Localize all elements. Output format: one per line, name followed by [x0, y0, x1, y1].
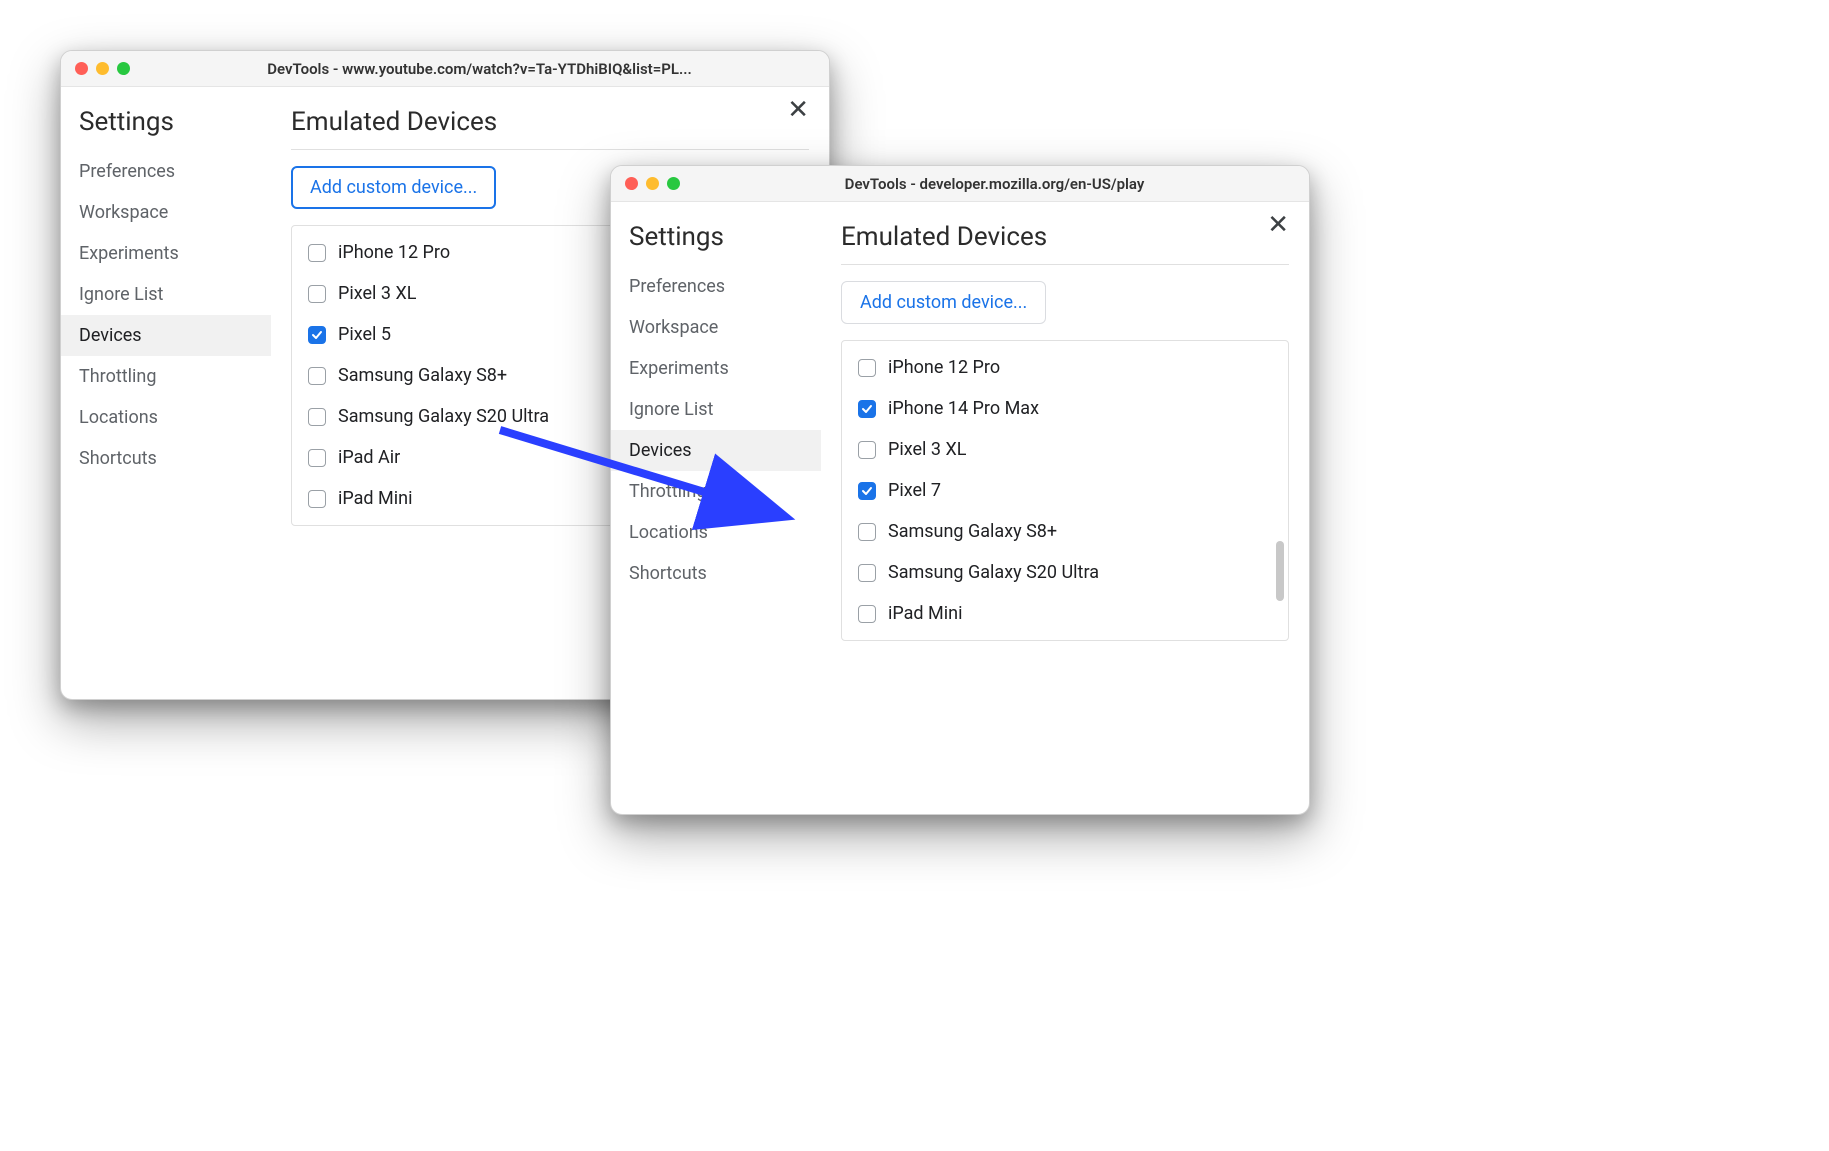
device-checkbox[interactable] — [308, 408, 326, 426]
window-content: Settings PreferencesWorkspaceExperiments… — [611, 202, 1309, 814]
device-row[interactable]: Samsung Galaxy S8+ — [842, 511, 1288, 552]
device-checkbox[interactable] — [858, 564, 876, 582]
close-icon[interactable] — [625, 177, 638, 190]
device-row[interactable]: iPhone 14 Pro Max — [842, 388, 1288, 429]
sidebar-item-preferences[interactable]: Preferences — [611, 266, 821, 307]
page-title: Emulated Devices — [841, 214, 1289, 265]
device-checkbox[interactable] — [858, 400, 876, 418]
settings-sidebar: Settings PreferencesWorkspaceExperiments… — [611, 202, 821, 814]
device-list: iPhone 12 Pro iPhone 14 Pro Max Pixel 3 XL… — [841, 340, 1289, 641]
sidebar-item-experiments[interactable]: Experiments — [611, 348, 821, 389]
sidebar-item-locations[interactable]: Locations — [61, 397, 271, 438]
window-title: DevTools - www.youtube.com/watch?v=Ta-YT… — [144, 60, 815, 78]
device-checkbox[interactable] — [858, 605, 876, 623]
titlebar: DevTools - developer.mozilla.org/en-US/p… — [611, 166, 1309, 202]
sidebar-items: PreferencesWorkspaceExperimentsIgnore Li… — [611, 266, 821, 594]
device-checkbox[interactable] — [308, 285, 326, 303]
close-panel-icon[interactable]: ✕ — [787, 97, 809, 123]
device-label: iPad Mini — [888, 603, 962, 624]
device-checkbox[interactable] — [308, 326, 326, 344]
maximize-icon[interactable] — [667, 177, 680, 190]
traffic-lights — [625, 177, 680, 190]
sidebar-item-devices[interactable]: Devices — [61, 315, 271, 356]
device-label: iPhone 14 Pro Max — [888, 398, 1039, 419]
minimize-icon[interactable] — [96, 62, 109, 75]
traffic-lights — [75, 62, 130, 75]
sidebar-item-experiments[interactable]: Experiments — [61, 233, 271, 274]
sidebar-item-workspace[interactable]: Workspace — [611, 307, 821, 348]
device-checkbox[interactable] — [308, 244, 326, 262]
device-label: iPhone 12 Pro — [338, 242, 450, 263]
device-checkbox[interactable] — [858, 359, 876, 377]
close-panel-icon[interactable]: ✕ — [1267, 212, 1289, 238]
device-checkbox[interactable] — [858, 482, 876, 500]
sidebar-items: PreferencesWorkspaceExperimentsIgnore Li… — [61, 151, 271, 479]
device-row[interactable]: Samsung Galaxy S20 Ultra — [842, 552, 1288, 593]
sidebar-item-devices[interactable]: Devices — [611, 430, 821, 471]
sidebar-item-throttling[interactable]: Throttling — [61, 356, 271, 397]
device-row[interactable]: iPhone 12 Pro — [842, 347, 1288, 388]
scrollbar-thumb[interactable] — [1276, 541, 1284, 601]
sidebar-item-shortcuts[interactable]: Shortcuts — [611, 553, 821, 594]
sidebar-item-ignore-list[interactable]: Ignore List — [611, 389, 821, 430]
devtools-window-front: DevTools - developer.mozilla.org/en-US/p… — [610, 165, 1310, 815]
device-label: Samsung Galaxy S20 Ultra — [888, 562, 1099, 583]
device-label: Samsung Galaxy S8+ — [888, 521, 1057, 542]
settings-sidebar: Settings PreferencesWorkspaceExperiments… — [61, 87, 271, 699]
device-row[interactable]: Pixel 3 XL — [842, 429, 1288, 470]
device-checkbox[interactable] — [858, 523, 876, 541]
device-label: Samsung Galaxy S8+ — [338, 365, 507, 386]
device-checkbox[interactable] — [308, 367, 326, 385]
device-label: Pixel 7 — [888, 480, 941, 501]
device-checkbox[interactable] — [308, 449, 326, 467]
sidebar-title: Settings — [611, 214, 821, 266]
device-row[interactable]: iPad Mini — [842, 593, 1288, 634]
sidebar-title: Settings — [61, 99, 271, 151]
device-label: Samsung Galaxy S20 Ultra — [338, 406, 549, 427]
window-title: DevTools - developer.mozilla.org/en-US/p… — [694, 175, 1295, 193]
sidebar-item-shortcuts[interactable]: Shortcuts — [61, 438, 271, 479]
sidebar-item-preferences[interactable]: Preferences — [61, 151, 271, 192]
sidebar-item-ignore-list[interactable]: Ignore List — [61, 274, 271, 315]
settings-main: ✕ Emulated Devices Add custom device... … — [821, 202, 1309, 814]
sidebar-item-locations[interactable]: Locations — [611, 512, 821, 553]
device-label: Pixel 3 XL — [888, 439, 966, 460]
sidebar-item-throttling[interactable]: Throttling — [611, 471, 821, 512]
device-label: Pixel 3 XL — [338, 283, 416, 304]
device-label: iPad Mini — [338, 488, 412, 509]
device-label: Pixel 5 — [338, 324, 391, 345]
device-checkbox[interactable] — [308, 490, 326, 508]
page-title: Emulated Devices — [291, 99, 809, 150]
close-icon[interactable] — [75, 62, 88, 75]
maximize-icon[interactable] — [117, 62, 130, 75]
device-label: iPhone 12 Pro — [888, 357, 1000, 378]
sidebar-item-workspace[interactable]: Workspace — [61, 192, 271, 233]
titlebar: DevTools - www.youtube.com/watch?v=Ta-YT… — [61, 51, 829, 87]
minimize-icon[interactable] — [646, 177, 659, 190]
device-checkbox[interactable] — [858, 441, 876, 459]
add-custom-device-button[interactable]: Add custom device... — [841, 281, 1046, 324]
add-custom-device-button[interactable]: Add custom device... — [291, 166, 496, 209]
device-row[interactable]: Pixel 7 — [842, 470, 1288, 511]
device-label: iPad Air — [338, 447, 400, 468]
